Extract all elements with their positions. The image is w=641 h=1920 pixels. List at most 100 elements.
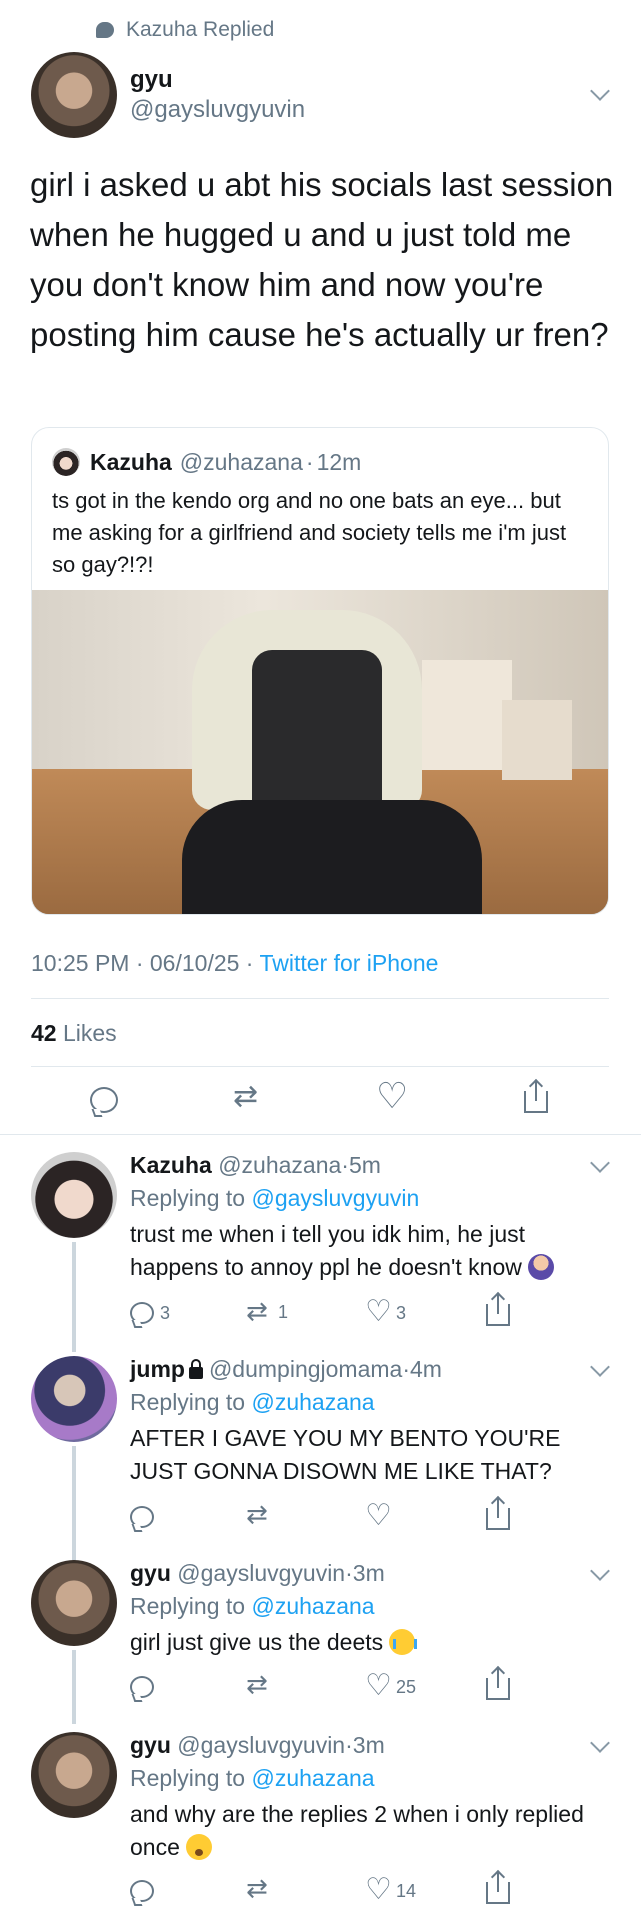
separator-dot: · [345, 1732, 353, 1758]
retweet-icon [246, 1670, 272, 1700]
replying-to-handle[interactable]: @zuhazana [251, 1765, 374, 1791]
retweet-button[interactable] [246, 1500, 272, 1530]
woman-shrugging-icon [527, 1254, 554, 1280]
reply-button[interactable] [130, 1676, 154, 1698]
reply-author-handle[interactable]: @zuhazana [218, 1152, 341, 1178]
likes-stat[interactable]: 42 Likes [31, 1020, 117, 1047]
thread-line [72, 1650, 76, 1724]
divider [31, 1066, 609, 1067]
like-count: 14 [396, 1880, 417, 1901]
reply-context-text: Kazuha Replied [126, 18, 275, 41]
avatar[interactable] [31, 1356, 117, 1442]
share-button[interactable] [486, 1872, 510, 1904]
like-button[interactable]: 14 [365, 1872, 417, 1907]
quoted-tweet-text: ts got in the kendo org and no one bats … [52, 488, 567, 577]
avatar[interactable] [31, 1732, 117, 1818]
retweet-button[interactable]: 1 [246, 1297, 288, 1327]
quoted-tweet-image[interactable] [32, 590, 608, 914]
reply-button[interactable]: 3 [130, 1302, 170, 1324]
replying-label: Replying to [130, 1593, 252, 1619]
quoted-tweet[interactable]: Kazuha @zuhazana · 12m ts got in the ken… [31, 427, 609, 915]
chevron-down-icon[interactable] [590, 1561, 610, 1581]
author-name[interactable]: gyu [130, 66, 173, 94]
share-button[interactable] [486, 1498, 510, 1530]
avatar [52, 448, 80, 476]
reply-text-wrap: and why are the replies 2 when i only re… [130, 1798, 610, 1864]
replying-to-handle[interactable]: @zuhazana [251, 1593, 374, 1619]
reply-author-name[interactable]: gyu [130, 1732, 171, 1758]
chevron-down-icon[interactable] [590, 1153, 610, 1173]
reply-author-handle[interactable]: @dumpingjomama [209, 1356, 402, 1382]
reply-header: Kazuha @zuhazana·5m [130, 1152, 381, 1179]
loudly-crying-icon [389, 1629, 418, 1655]
retweet-icon [233, 1079, 259, 1114]
source-link[interactable]: Twitter for iPhone [259, 950, 438, 976]
replying-to: Replying to @zuhazana [130, 1593, 375, 1620]
quoted-tweet-header: Kazuha @zuhazana · 12m [52, 448, 361, 476]
avatar[interactable] [31, 1560, 117, 1646]
chevron-down-icon[interactable] [590, 1357, 610, 1377]
share-icon [486, 1872, 510, 1904]
separator-dot: · [402, 1356, 411, 1382]
reply-text: trust me when i tell you idk him, he jus… [130, 1221, 525, 1280]
retweet-button[interactable] [246, 1670, 272, 1700]
tweet-actions [0, 1076, 641, 1125]
quoted-author-handle: @zuhazana [179, 448, 303, 475]
share-button[interactable] [524, 1081, 548, 1113]
reply-time: 3m [352, 1732, 385, 1758]
separator-dot: · [345, 1560, 353, 1586]
share-icon [486, 1498, 510, 1530]
reply-author-name[interactable]: gyu [130, 1560, 171, 1586]
reply-tweet[interactable]: gyu @gaysluvgyuvin·3m Replying to @zuhaz… [0, 1560, 641, 1724]
chevron-down-icon[interactable] [590, 81, 610, 101]
replying-to-handle[interactable]: @gaysluvgyuvin [251, 1185, 419, 1211]
reply-context[interactable]: Kazuha Replied [96, 18, 274, 42]
author-handle[interactable]: @gaysluvgyuvin [130, 96, 305, 124]
retweet-icon [246, 1874, 272, 1904]
heart-icon [365, 1498, 392, 1533]
reply-icon [90, 1087, 118, 1113]
reply-author-handle[interactable]: @gaysluvgyuvin [177, 1560, 345, 1586]
like-button[interactable] [365, 1498, 392, 1533]
reply-tweet[interactable]: gyu @gaysluvgyuvin·3m Replying to @zuhaz… [0, 1732, 641, 1912]
heart-icon [376, 1076, 408, 1117]
reply-tweet[interactable]: jump @dumpingjomama·4m Replying to @zuhaz… [0, 1356, 641, 1642]
replying-to-handle[interactable]: @zuhazana [251, 1389, 374, 1415]
reply-button[interactable] [130, 1506, 154, 1528]
retweet-button[interactable] [246, 1874, 272, 1904]
like-button[interactable]: 3 [365, 1294, 407, 1329]
reply-author-name[interactable]: jump [130, 1356, 185, 1382]
reply-tweet[interactable]: Kazuha @zuhazana·5m Replying to @gaysluv… [0, 1152, 641, 1352]
like-count: 3 [396, 1302, 407, 1323]
avatar[interactable] [31, 1152, 117, 1238]
reply-text: AFTER I GAVE YOU MY BENTO YOU'RE JUST GO… [130, 1425, 561, 1484]
share-button[interactable] [486, 1668, 510, 1700]
heart-icon [365, 1294, 392, 1329]
replying-label: Replying to [130, 1389, 252, 1415]
reply-author-name[interactable]: Kazuha [130, 1152, 212, 1178]
like-button[interactable] [376, 1076, 408, 1117]
reply-header: gyu @gaysluvgyuvin·3m [130, 1560, 385, 1587]
image-box [502, 700, 572, 780]
avatar[interactable] [31, 52, 117, 138]
replying-label: Replying to [130, 1185, 252, 1211]
reply-button[interactable] [130, 1880, 154, 1902]
image-box [422, 660, 512, 770]
worried-face-icon [185, 1834, 212, 1860]
retweet-icon [246, 1297, 272, 1327]
retweet-icon [246, 1500, 272, 1530]
quoted-time: 12m [316, 448, 362, 475]
like-button[interactable]: 25 [365, 1668, 416, 1703]
chevron-down-icon[interactable] [590, 1733, 610, 1753]
share-button[interactable] [486, 1294, 510, 1326]
reply-icon [130, 1676, 154, 1698]
share-icon [524, 1081, 548, 1113]
replying-to: Replying to @zuhazana [130, 1389, 375, 1416]
lock-icon [188, 1359, 203, 1379]
thread-line [72, 1242, 76, 1352]
retweet-button[interactable] [233, 1079, 259, 1114]
reply-author-handle[interactable]: @gaysluvgyuvin [177, 1732, 345, 1758]
reply-button[interactable] [90, 1087, 118, 1113]
tweet-meta: 10:25 PM · 06/10/25 · Twitter for iPhone [31, 950, 438, 977]
reply-header: gyu @gaysluvgyuvin·3m [130, 1732, 385, 1759]
